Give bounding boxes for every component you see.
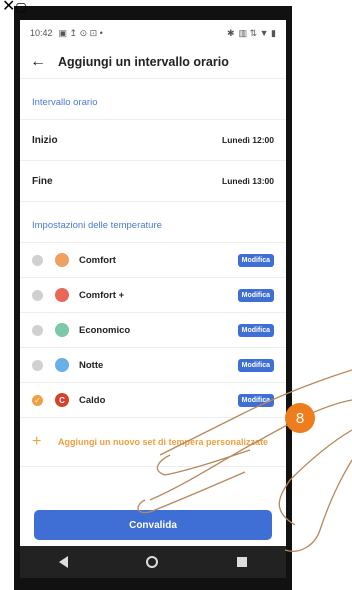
signal-icon: ▥ ⇅ ▼ ▮ [238,27,276,38]
temp-row[interactable]: Comfort + Modifica [20,278,286,313]
start-label: Inizio [32,134,58,146]
temp-mode-icon: C [55,393,69,407]
edit-icon: ▢ [15,0,27,14]
radio-button[interactable]: ✓ [32,394,43,406]
end-value: Lunedì 13:00 [222,176,274,186]
temp-mode-icon [55,323,69,337]
modify-button[interactable]: Modifica [237,323,274,337]
notification-icon: ▣ ↥ ⊙ ⊡ • [58,27,103,38]
temp-row[interactable]: Comfort Modifica [20,243,286,278]
page-title: Aggiungi un intervallo orario [58,55,229,69]
end-label: Fine [32,175,53,187]
radio-button[interactable] [32,254,43,266]
step-number-badge: 8 [285,403,315,433]
temp-name: Economico [79,324,131,336]
temp-mode-icon [55,358,69,372]
nav-back-icon[interactable] [59,556,69,568]
interval-section-title: Intervallo orario [20,85,286,120]
end-time-row[interactable]: Fine Lunedì 13:00 [20,161,286,202]
start-value: Lunedì 12:00 [222,135,274,145]
temp-mode-icon [55,288,69,302]
temp-name: Comfort [79,254,116,266]
corner-icons: ✕▢ [2,0,27,16]
start-time-row[interactable]: Inizio Lunedì 12:00 [20,120,286,161]
modify-button[interactable]: Modifica [237,253,274,267]
temp-row[interactable]: Economico Modifica [20,313,286,348]
modify-button[interactable]: Modifica [237,288,274,302]
close-icon: ✕ [2,0,16,15]
hand-illustration [137,369,352,552]
status-time: 10:42 [30,28,53,38]
back-arrow-icon[interactable]: ← [30,53,58,71]
radio-button[interactable] [32,324,43,336]
bluetooth-icon: ✱ [227,27,235,38]
radio-button[interactable] [32,359,43,371]
plus-icon: + [32,433,42,450]
status-bar: 10:42 ▣ ↥ ⊙ ⊡ • ✱ ▥ ⇅ ▼ ▮ [20,20,286,46]
app-header: ← Aggiungi un intervallo orario [20,46,286,79]
temp-mode-icon [55,253,69,267]
temp-section-title: Impostazioni delle temperature [20,208,286,243]
radio-button[interactable] [32,289,43,301]
temp-name: Comfort + [79,289,125,301]
